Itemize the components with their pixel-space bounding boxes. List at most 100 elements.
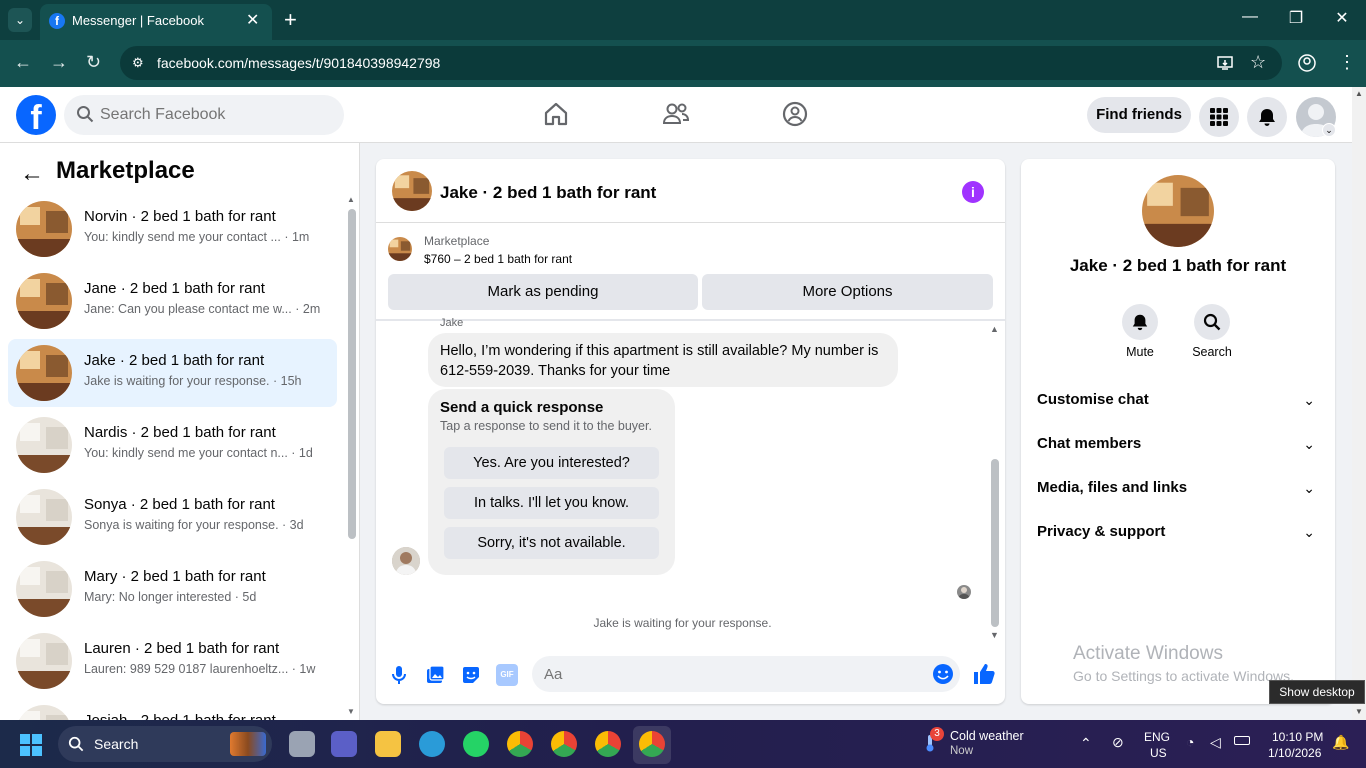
chat-listing-thumbnail[interactable] — [392, 171, 432, 211]
battery-icon[interactable] — [1234, 736, 1250, 745]
scroll-up-icon[interactable]: ▲ — [347, 195, 355, 204]
tab-search-button[interactable]: ⌄ — [8, 8, 32, 32]
notifications-button[interactable] — [1247, 97, 1287, 137]
region-label[interactable]: US — [1150, 746, 1167, 760]
conversation-item[interactable]: Mary · 2 bed 1 bath for rant Mary: No lon… — [8, 555, 337, 623]
quick-reply-button[interactable]: In talks. I'll let you know. — [444, 487, 659, 519]
mark-pending-button[interactable]: Mark as pending — [388, 274, 698, 310]
chrome-icon[interactable] — [551, 731, 577, 757]
taskbar-search[interactable]: Search — [58, 726, 272, 762]
emoji-icon[interactable] — [932, 663, 954, 685]
conversation-item[interactable]: Nardis · 2 bed 1 bath for rant You: kindl… — [8, 411, 337, 479]
conversation-item[interactable]: Jane · 2 bed 1 bath for rant Jane: Can yo… — [8, 267, 337, 335]
message-composer[interactable] — [532, 656, 960, 692]
listing-photo-icon — [16, 345, 72, 401]
chat-scrollbar[interactable] — [991, 459, 999, 627]
media-files-links-section[interactable]: Media, files and links ⌄ — [1037, 472, 1319, 504]
language-label[interactable]: ENG — [1144, 730, 1170, 744]
weather-subtitle: Now — [950, 745, 974, 757]
find-friends-button[interactable]: Find friends — [1087, 97, 1191, 133]
bookmark-star-icon[interactable]: ☆ — [1250, 52, 1266, 73]
notification-bell-icon[interactable]: 🔔 — [1332, 734, 1349, 751]
chrome-icon[interactable] — [507, 731, 533, 757]
scroll-down-icon[interactable]: ▼ — [347, 707, 355, 716]
search-conversation-button[interactable] — [1194, 304, 1230, 340]
conversation-item[interactable]: Sonya · 2 bed 1 bath for rant Sonya is wa… — [8, 483, 337, 551]
windows-start-icon[interactable] — [20, 734, 42, 756]
browser-tab[interactable]: f Messenger | Facebook ✕ — [40, 4, 272, 40]
clock-date[interactable]: 1/10/2026 — [1268, 746, 1321, 760]
site-info-icon[interactable]: ⚙ — [132, 55, 144, 71]
account-chevron-icon[interactable]: ⌄ — [1322, 123, 1336, 137]
seen-receipt-avatar — [957, 585, 971, 599]
weather-title[interactable]: Cold weather — [950, 729, 1024, 743]
message-bubble[interactable]: Hello, I’m wondering if this apartment i… — [428, 333, 898, 387]
reload-icon[interactable]: ↻ — [86, 52, 101, 73]
chrome-icon[interactable] — [595, 731, 621, 757]
listing-thumbnail[interactable] — [388, 237, 412, 261]
url-text[interactable]: facebook.com/messages/t/901840398942798 — [157, 55, 440, 71]
customise-chat-section[interactable]: Customise chat ⌄ — [1037, 384, 1319, 416]
browser-menu-icon[interactable]: ⋮ — [1338, 52, 1356, 73]
tray-overflow-icon[interactable]: ⌃ — [1080, 735, 1092, 752]
chat-title[interactable]: Jake · 2 bed 1 bath for rant — [440, 183, 656, 203]
search-input[interactable] — [100, 95, 330, 135]
page-scrollbar[interactable]: ▲ ▼ — [1352, 87, 1366, 720]
chat-members-section[interactable]: Chat members ⌄ — [1037, 428, 1319, 460]
restore-button[interactable]: ❐ — [1276, 8, 1316, 28]
thumbs-up-icon[interactable] — [972, 662, 996, 686]
profile-icon[interactable] — [1298, 54, 1316, 72]
wifi-icon[interactable]: ◔ — [1186, 734, 1194, 750]
conversation-item[interactable]: Lauren · 2 bed 1 bath for rant Lauren: 98… — [8, 627, 337, 695]
conversation-item[interactable]: Jake · 2 bed 1 bath for rant Jake is wait… — [8, 339, 337, 407]
conversation-item[interactable]: Norvin · 2 bed 1 bath for rant You: kindl… — [8, 195, 337, 263]
whatsapp-icon[interactable] — [463, 731, 489, 757]
chrome-icon[interactable] — [639, 731, 665, 757]
forward-icon[interactable]: → — [50, 52, 68, 73]
conversation-name: Mary · 2 bed 1 bath for rant — [84, 568, 266, 585]
clock-time[interactable]: 10:10 PM — [1272, 730, 1323, 744]
more-options-button[interactable]: More Options — [702, 274, 993, 310]
page-scroll-down-icon[interactable]: ▼ — [1355, 707, 1363, 716]
conversation-item[interactable]: Josiah · 2 bed 1 bath for rant — [8, 699, 337, 720]
close-window-button[interactable]: ✕ — [1322, 8, 1362, 28]
home-icon[interactable] — [541, 99, 571, 129]
back-arrow-icon[interactable]: ← — [20, 160, 44, 188]
quick-reply-button[interactable]: Sorry, it's not available. — [444, 527, 659, 559]
quick-response-title: Send a quick response — [440, 399, 604, 416]
info-icon[interactable]: i — [962, 181, 984, 203]
friends-icon[interactable] — [661, 99, 691, 129]
microphone-icon[interactable] — [388, 664, 410, 686]
url-bar[interactable]: ⚙ facebook.com/messages/t/90184039894279… — [120, 46, 1282, 80]
sidebar-scrollbar[interactable] — [348, 209, 356, 539]
install-app-icon[interactable] — [1216, 54, 1234, 72]
quick-reply-button[interactable]: Yes. Are you interested? — [444, 447, 659, 479]
network-off-icon[interactable]: ⊘ — [1112, 734, 1124, 751]
mute-button[interactable] — [1122, 304, 1158, 340]
teams-icon[interactable] — [331, 731, 357, 757]
new-tab-button[interactable]: + — [284, 7, 297, 33]
privacy-support-section[interactable]: Privacy & support ⌄ — [1037, 516, 1319, 548]
edge-icon[interactable] — [419, 731, 445, 757]
listing-price[interactable]: $760 – 2 bed 1 bath for rant — [424, 252, 572, 266]
task-view-icon[interactable] — [289, 731, 315, 757]
file-explorer-icon[interactable] — [375, 731, 401, 757]
menu-button[interactable] — [1199, 97, 1239, 137]
message-input[interactable] — [544, 656, 924, 692]
listing-profile-photo[interactable] — [1142, 175, 1214, 247]
page-scroll-up-icon[interactable]: ▲ — [1355, 89, 1363, 98]
minimize-button[interactable]: — — [1230, 8, 1270, 26]
sender-avatar[interactable] — [392, 547, 420, 575]
chat-scroll-down-icon[interactable]: ▼ — [990, 630, 999, 640]
groups-icon[interactable] — [780, 99, 810, 129]
details-name: Jake · 2 bed 1 bath for rant — [1069, 256, 1287, 275]
sticker-icon[interactable] — [460, 664, 482, 686]
facebook-logo[interactable]: f — [16, 95, 56, 135]
facebook-search[interactable] — [64, 95, 344, 135]
chat-scroll-up-icon[interactable]: ▲ — [990, 324, 999, 334]
photo-icon[interactable] — [424, 664, 446, 686]
tab-close-icon[interactable]: ✕ — [246, 10, 259, 30]
back-icon[interactable]: ← — [14, 52, 32, 73]
gif-icon[interactable]: GIF — [496, 664, 518, 686]
volume-icon[interactable]: ◁ — [1210, 734, 1221, 751]
